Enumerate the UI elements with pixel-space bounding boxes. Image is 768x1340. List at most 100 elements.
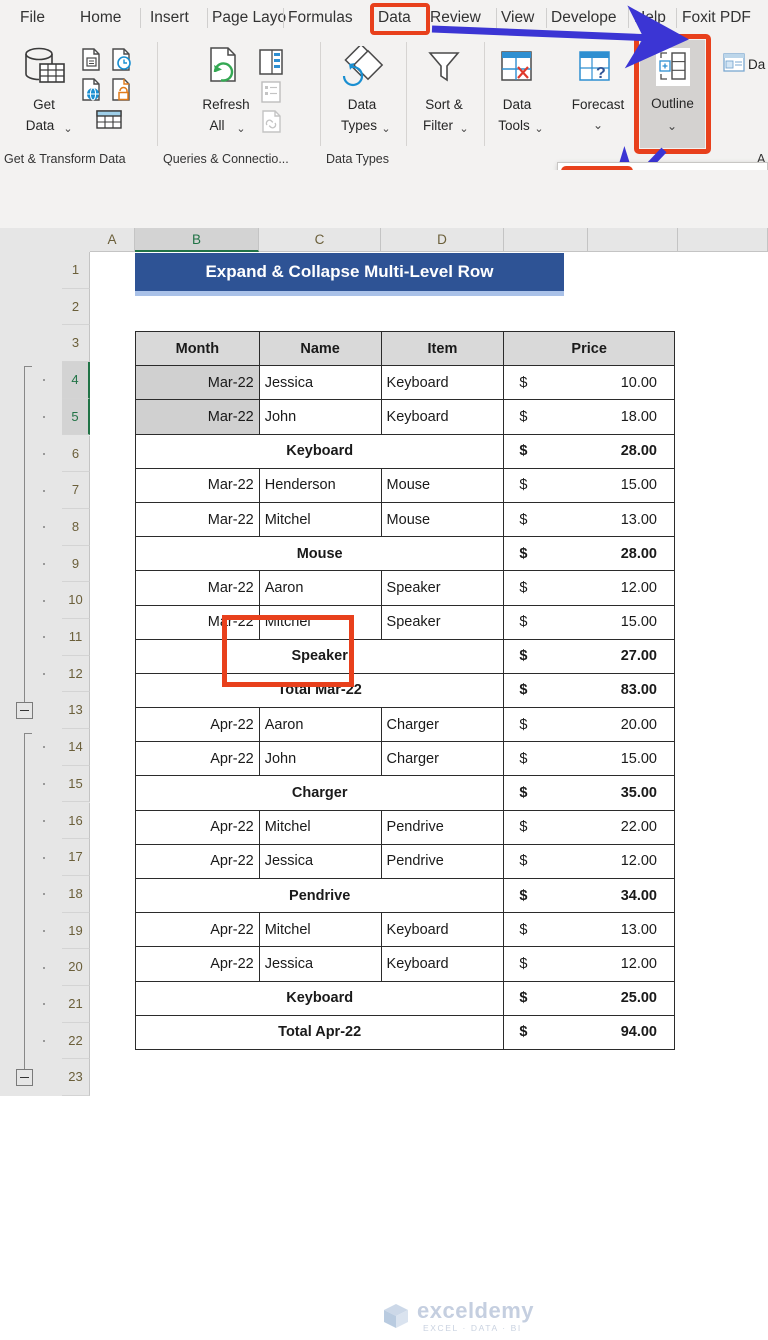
table-row[interactable]: Pendrive $34.00 xyxy=(134,877,675,914)
cell-price[interactable]: $18.00 xyxy=(503,399,675,435)
cell-item[interactable]: Keyboard xyxy=(380,912,505,948)
cell-name[interactable]: Mitchel xyxy=(258,912,382,948)
cell-price[interactable]: $15.00 xyxy=(503,604,675,640)
cell-month[interactable]: Apr-22 xyxy=(135,707,260,743)
table-row[interactable]: Charger $35.00 xyxy=(134,775,675,811)
cell-name[interactable]: Jessica xyxy=(258,365,382,401)
tab-insert[interactable]: Insert xyxy=(150,6,189,30)
cell-item[interactable]: Charger xyxy=(380,741,505,777)
edit-links-icon[interactable] xyxy=(258,110,284,134)
table-row[interactable]: Apr-22 Jessica Pendrive $12.00 xyxy=(135,843,675,880)
cell-month[interactable]: Apr-22 xyxy=(135,843,260,880)
column-header-c[interactable]: C xyxy=(259,228,381,252)
row-header[interactable]: 16 xyxy=(62,802,90,840)
row-header[interactable]: 15 xyxy=(62,765,90,803)
cell-month[interactable]: Mar-22 xyxy=(135,570,260,606)
column-header-d[interactable]: D xyxy=(381,228,504,252)
row-header[interactable]: 1 xyxy=(62,252,90,289)
column-header-g[interactable] xyxy=(678,228,768,252)
cell-item[interactable]: Keyboard xyxy=(380,399,505,435)
row-header[interactable]: 6 xyxy=(62,435,90,473)
column-header-e[interactable] xyxy=(504,228,588,252)
cell-price[interactable]: $13.00 xyxy=(503,501,675,538)
row-header[interactable]: 14 xyxy=(62,729,90,766)
row-header[interactable]: 19 xyxy=(62,912,90,950)
tab-page-layout[interactable]: Page Layo xyxy=(212,6,286,30)
cell-item[interactable]: Speaker xyxy=(380,570,505,606)
table-row[interactable]: Keyboard $25.00 xyxy=(134,980,675,1016)
row-header[interactable]: 7 xyxy=(62,472,90,509)
table-row[interactable]: Mar-22 Mitchel Speaker $15.00 xyxy=(135,604,675,640)
cell-item[interactable]: Charger xyxy=(380,707,505,743)
tab-formulas[interactable]: Formulas xyxy=(288,6,353,30)
row-header[interactable]: 5 xyxy=(62,398,90,436)
column-header-a[interactable]: A xyxy=(90,228,135,252)
row-header[interactable]: 20 xyxy=(62,949,90,986)
cell-item[interactable]: Mouse xyxy=(380,501,505,538)
table-row[interactable]: Mar-22 John Keyboard $18.00 xyxy=(135,399,675,435)
cell-month[interactable]: Apr-22 xyxy=(135,741,260,777)
table-row[interactable]: Mouse $28.00 xyxy=(134,536,675,572)
cell-price[interactable]: $35.00 xyxy=(503,775,675,811)
existing-connections-icon[interactable] xyxy=(110,78,134,102)
row-header[interactable]: 17 xyxy=(62,839,90,876)
row-header[interactable]: 22 xyxy=(62,1022,90,1060)
row-header[interactable]: 10 xyxy=(62,582,90,619)
collapse-button[interactable] xyxy=(16,701,33,719)
cell-price[interactable]: $15.00 xyxy=(503,741,675,777)
tab-developer[interactable]: Develope xyxy=(551,6,617,30)
cell-name[interactable]: John xyxy=(258,741,382,777)
cell-month[interactable]: Mar-22 xyxy=(135,365,260,401)
tab-view[interactable]: View xyxy=(501,6,534,30)
table-row[interactable]: Mar-22 Mitchel Mouse $13.00 xyxy=(135,501,675,538)
cell-month[interactable]: Mar-22 xyxy=(135,399,260,435)
column-header-b[interactable]: B xyxy=(135,228,259,252)
cell-item[interactable]: Speaker xyxy=(380,604,505,640)
cell-price[interactable]: $94.00 xyxy=(503,1014,675,1050)
cell-price[interactable]: $20.00 xyxy=(503,707,675,743)
column-header-f[interactable] xyxy=(588,228,678,252)
cell-price[interactable]: $83.00 xyxy=(503,672,675,709)
cell-name[interactable]: John xyxy=(258,399,382,435)
tab-home[interactable]: Home xyxy=(80,6,121,30)
table-row[interactable]: Mar-22 Aaron Speaker $12.00 xyxy=(135,570,675,606)
table-row[interactable]: Total Apr-22 $94.00 xyxy=(134,1014,675,1050)
recent-sources-icon[interactable] xyxy=(110,48,134,72)
cell-price[interactable]: $25.00 xyxy=(503,980,675,1016)
row-header[interactable]: 3 xyxy=(62,325,90,363)
cell-item[interactable]: Pendrive xyxy=(380,843,505,880)
cell-name[interactable]: Jessica xyxy=(258,843,382,880)
row-header[interactable]: 11 xyxy=(62,619,90,656)
table-row[interactable]: Apr-22 Aaron Charger $20.00 xyxy=(135,707,675,743)
cell-name[interactable]: Jessica xyxy=(258,946,382,982)
cell-price[interactable]: $12.00 xyxy=(503,946,675,982)
cell-subtotal-label[interactable]: Pendrive xyxy=(134,877,505,914)
table-row[interactable]: Mar-22 Jessica Keyboard $10.00 xyxy=(135,365,675,401)
table-row[interactable]: Mar-22 Henderson Mouse $15.00 xyxy=(135,467,675,503)
cell-price[interactable]: $27.00 xyxy=(503,638,675,674)
row-header[interactable]: 12 xyxy=(62,655,90,693)
cell-subtotal-label[interactable]: Keyboard xyxy=(134,433,505,469)
row-header[interactable]: 9 xyxy=(62,545,90,583)
cell-month[interactable]: Apr-22 xyxy=(135,946,260,982)
table-row[interactable]: Apr-22 Jessica Keyboard $12.00 xyxy=(135,946,675,982)
cell-month[interactable]: Apr-22 xyxy=(135,809,260,845)
cell-name[interactable]: Aaron xyxy=(258,707,382,743)
table-row[interactable]: Apr-22 Mitchel Pendrive $22.00 xyxy=(135,809,675,845)
properties-icon[interactable] xyxy=(258,80,284,104)
cell-price[interactable]: $10.00 xyxy=(503,365,675,401)
cell-price[interactable]: $28.00 xyxy=(503,536,675,572)
cell-subtotal-label[interactable]: Total Apr-22 xyxy=(134,1014,505,1050)
cell-price[interactable]: $12.00 xyxy=(503,843,675,880)
tab-review[interactable]: Review xyxy=(430,6,481,30)
table-row[interactable]: Keyboard $28.00 xyxy=(134,433,675,469)
tab-help[interactable]: Help xyxy=(634,6,666,30)
table-row[interactable]: Total Mar-22 $83.00 xyxy=(134,672,675,709)
cell-item[interactable]: Keyboard xyxy=(380,365,505,401)
row-header[interactable]: 8 xyxy=(62,508,90,546)
from-table-range-icon[interactable] xyxy=(95,108,123,132)
cell-name[interactable]: Henderson xyxy=(258,467,382,503)
cell-subtotal-label[interactable]: Charger xyxy=(134,775,505,811)
table-row[interactable]: Speaker $27.00 xyxy=(134,638,675,674)
table-row[interactable]: Apr-22 John Charger $15.00 xyxy=(135,741,675,777)
